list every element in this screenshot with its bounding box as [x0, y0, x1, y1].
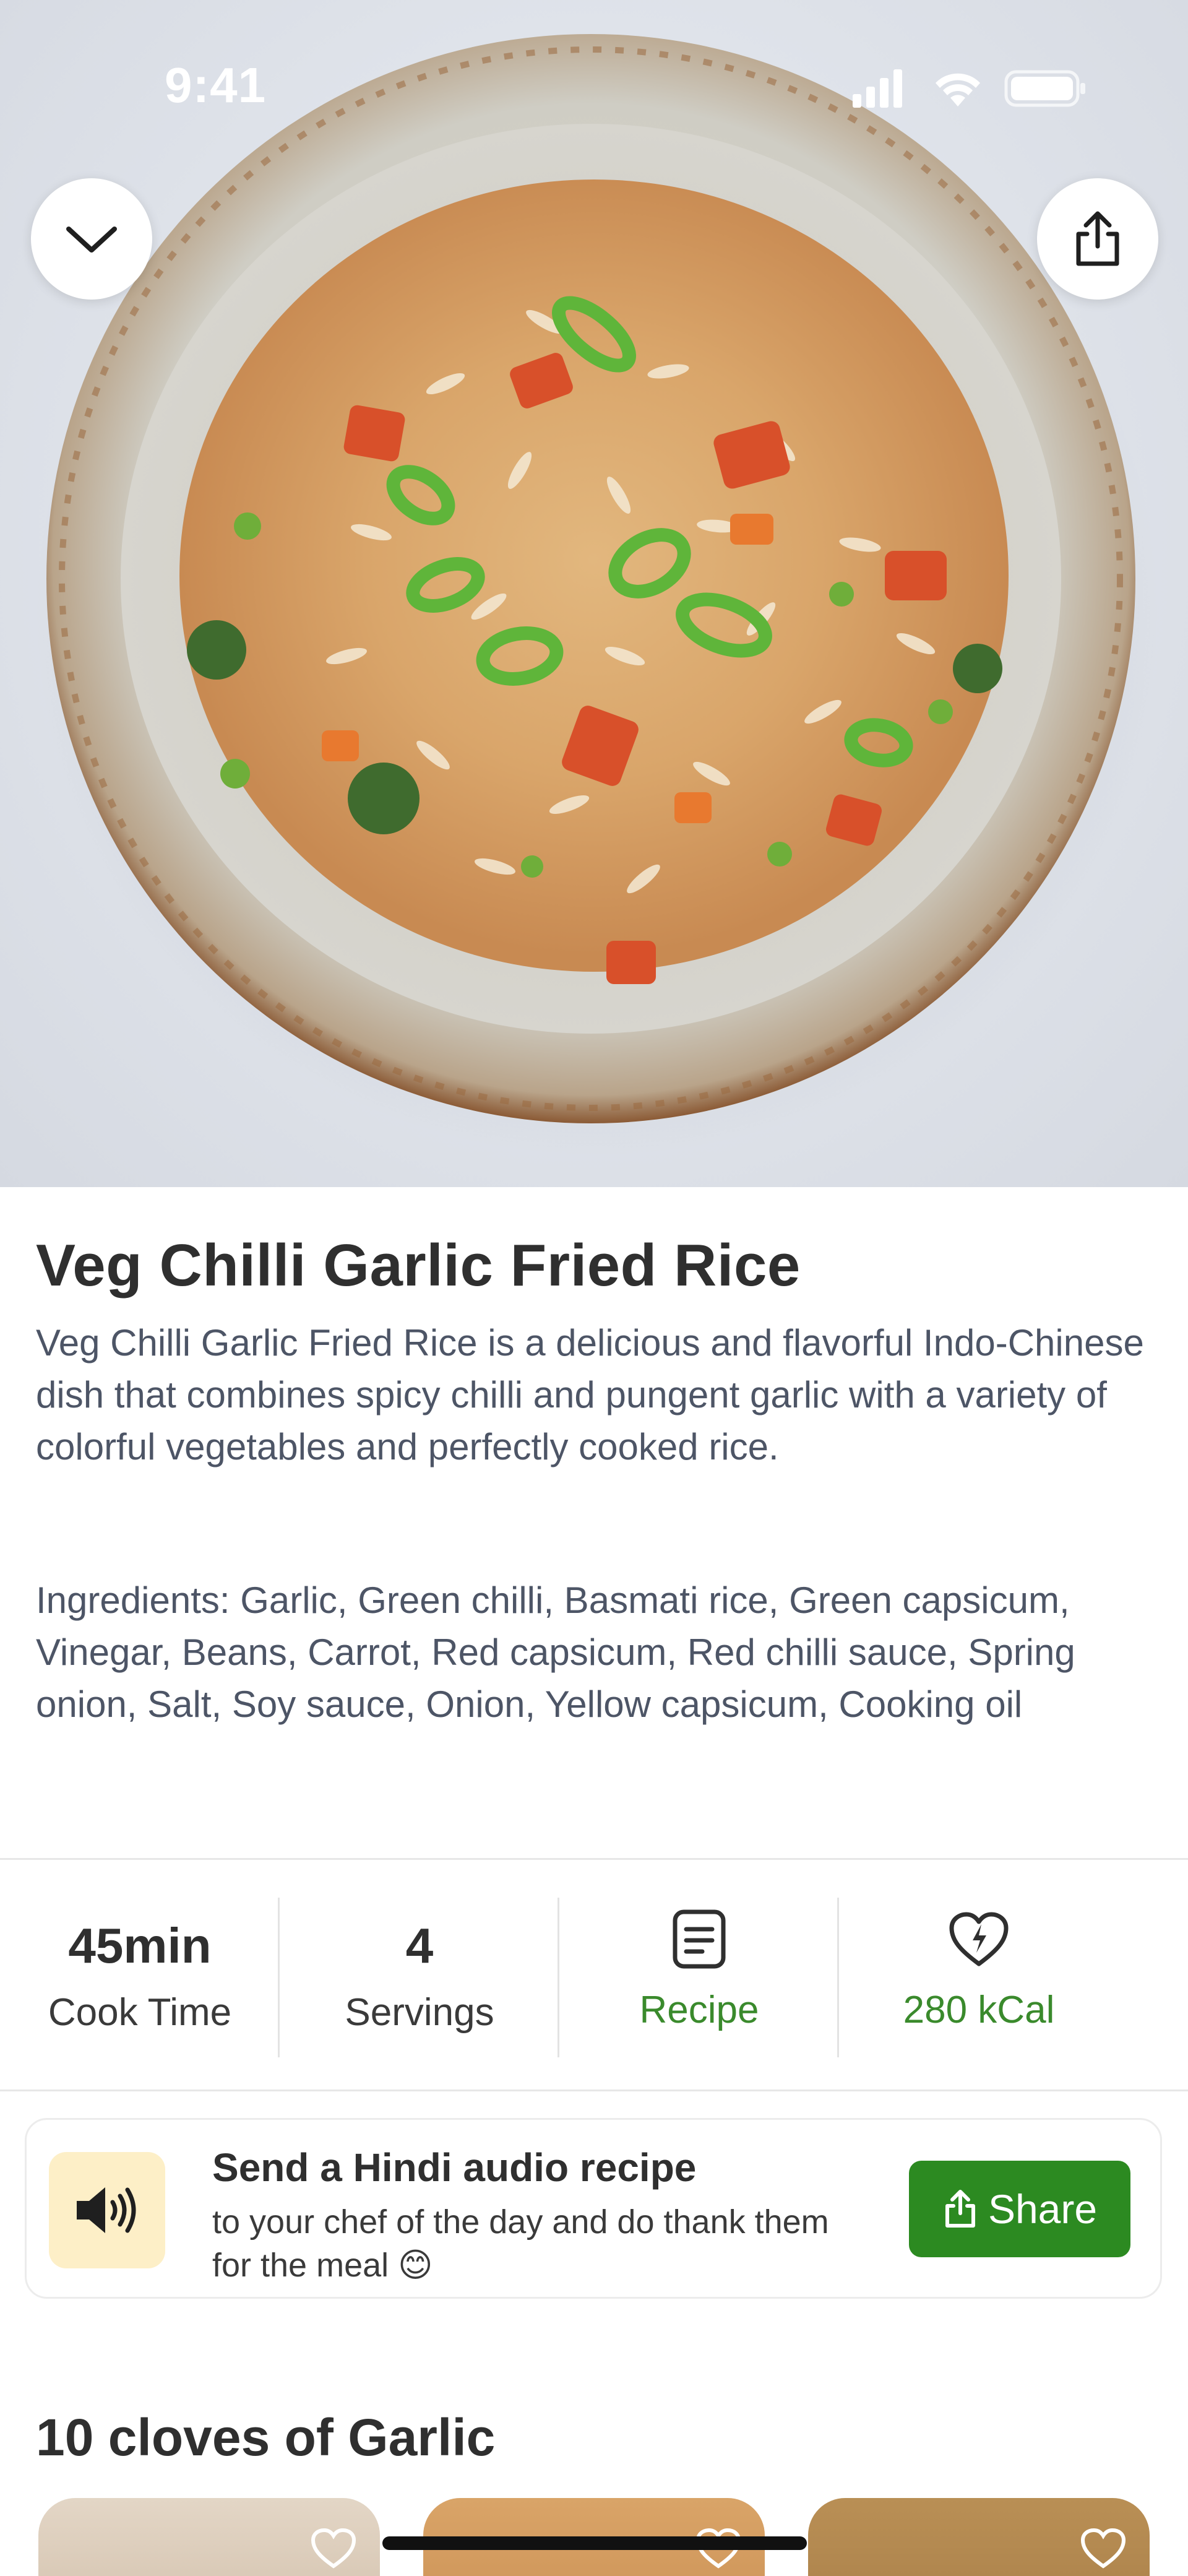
recipe-label: Recipe — [639, 1989, 759, 2031]
share-button-label: Share — [988, 2186, 1098, 2232]
stats-row: 45min Cook Time 4 Servings Recipe 280 kC… — [0, 1861, 1188, 2090]
fried-rice-photo — [34, 34, 1160, 1157]
recipe-ingredients: Ingredients: Garlic, Green chilli, Basma… — [36, 1580, 1075, 1725]
speaker-tile — [49, 2152, 165, 2268]
speaker-icon — [77, 2187, 136, 2233]
share-button[interactable]: Share — [909, 2161, 1130, 2257]
stat-servings: 4 Servings — [280, 1861, 559, 2090]
share-icon — [1076, 211, 1119, 266]
status-bar: 9:41 — [0, 0, 1188, 113]
cook-time-label: Cook Time — [48, 1991, 232, 2034]
share-icon — [945, 2190, 975, 2228]
heart-bolt-icon — [948, 1905, 1010, 1973]
section-title: 10 cloves of Garlic — [36, 2408, 496, 2466]
ingredient-card[interactable] — [808, 2498, 1150, 2576]
servings-value: 4 — [405, 1918, 434, 1973]
stat-cook-time: 45min Cook Time — [0, 1861, 280, 2090]
servings-label: Servings — [345, 1991, 494, 2034]
battery-icon — [1004, 70, 1085, 107]
divider — [0, 1858, 1188, 1860]
recipe-description: Veg Chilli Garlic Fried Rice is a delici… — [36, 1322, 1144, 1467]
cellular-signal-icon — [853, 69, 902, 108]
status-time: 9:41 — [165, 58, 267, 113]
wifi-icon — [936, 73, 980, 106]
collapse-button[interactable] — [31, 178, 152, 300]
status-icons — [853, 69, 1085, 108]
divider — [0, 2090, 1188, 2091]
document-icon — [671, 1905, 727, 1973]
home-indicator[interactable] — [382, 2536, 807, 2550]
heart-icon[interactable] — [1080, 2528, 1126, 2569]
audio-recipe-card: Send a Hindi audio recipe to your chef o… — [25, 2118, 1162, 2299]
audio-card-subtitle: to your chef of the day and do thank the… — [212, 2203, 829, 2284]
stat-recipe[interactable]: Recipe — [559, 1861, 839, 2090]
cook-time-value: 45min — [68, 1918, 212, 1973]
calories-label: 280 kCal — [903, 1989, 1055, 2031]
audio-card-title: Send a Hindi audio recipe — [212, 2145, 697, 2190]
ingredient-card[interactable] — [38, 2498, 380, 2576]
share-top-button[interactable] — [1037, 178, 1158, 300]
stat-calories[interactable]: 280 kCal — [839, 1861, 1119, 2090]
chevron-down-icon — [66, 227, 117, 253]
heart-icon[interactable] — [311, 2528, 356, 2569]
recipe-title: Veg Chilli Garlic Fried Rice — [36, 1232, 801, 1299]
hero-image: 9:41 — [0, 0, 1188, 1187]
